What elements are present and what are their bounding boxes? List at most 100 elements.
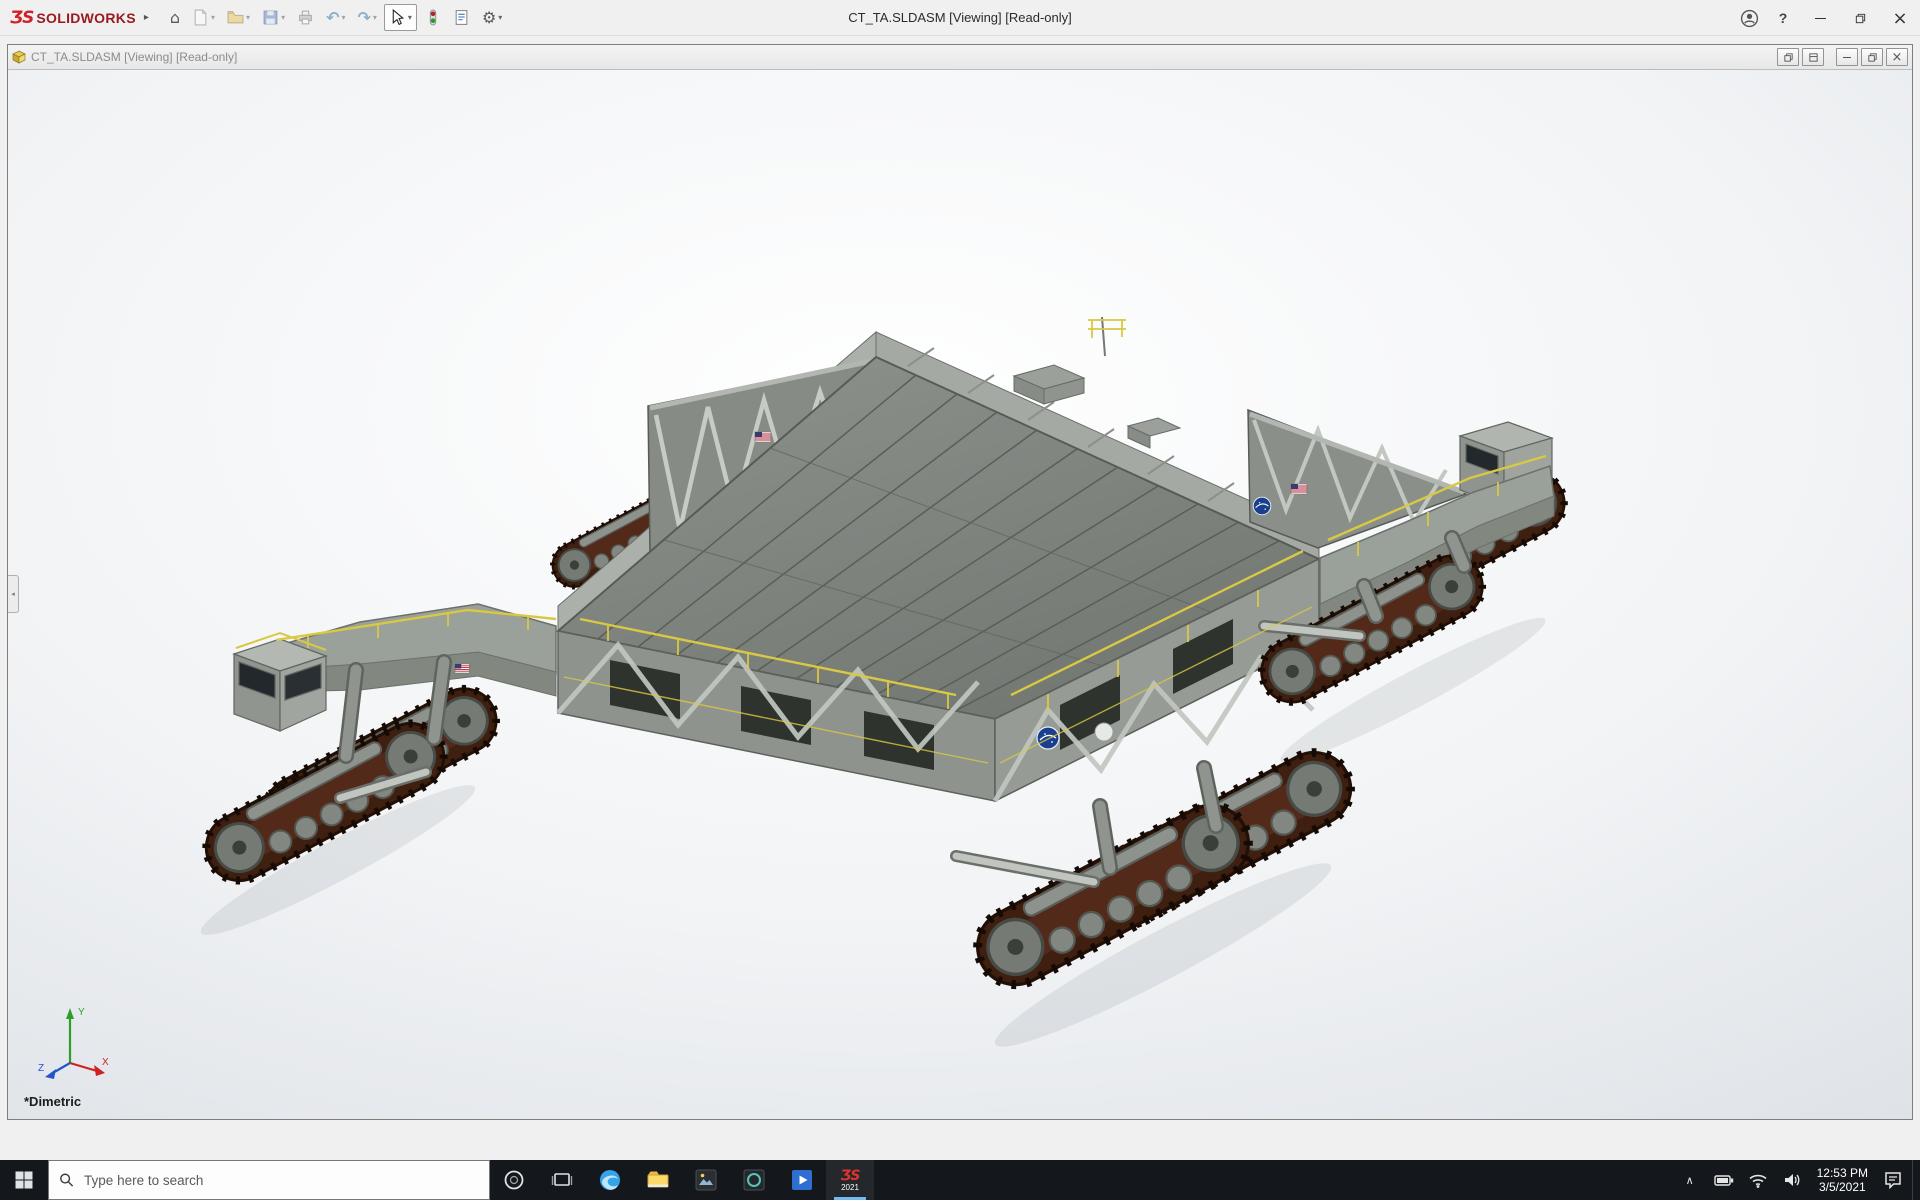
help-button[interactable]: ? <box>1766 0 1800 36</box>
dropdown-caret[interactable]: ▾ <box>498 13 502 22</box>
open-folder-icon <box>227 9 244 26</box>
print-icon <box>297 9 314 26</box>
network-status[interactable] <box>1743 1160 1773 1200</box>
speaker-icon <box>1781 1169 1803 1191</box>
file-explorer-icon <box>645 1167 671 1193</box>
redo-button[interactable]: ↷ ▾ <box>353 4 382 31</box>
dropdown-caret[interactable]: ▾ <box>211 13 215 22</box>
rebuild-icon <box>424 9 441 26</box>
minimize-icon <box>1815 18 1826 19</box>
document-titlebar[interactable]: CT_TA.SLDASM [Viewing] [Read-only] × <box>8 45 1912 70</box>
tile-icon <box>1808 52 1819 63</box>
new-document-button[interactable]: ▾ <box>187 4 220 31</box>
dropdown-caret[interactable]: ▾ <box>408 13 412 22</box>
help-icon: ? <box>1779 10 1788 26</box>
wifi-icon <box>1747 1169 1769 1191</box>
triad-x-label: X <box>102 1057 109 1068</box>
close-button[interactable]: × <box>1880 0 1920 36</box>
clock-time: 12:53 PM <box>1817 1166 1868 1180</box>
file-explorer-button[interactable] <box>634 1160 682 1200</box>
brand-name: SOLIDWORKS <box>36 10 135 26</box>
system-tray: ∧ 12:53 PM 3/5/2021 <box>1675 1160 1920 1200</box>
edge-button[interactable] <box>586 1160 634 1200</box>
clock-date: 3/5/2021 <box>1817 1180 1868 1194</box>
doc-close-button[interactable]: × <box>1886 48 1908 66</box>
doc-window-button-2[interactable] <box>1802 48 1824 66</box>
cortana-button[interactable] <box>490 1160 538 1200</box>
window-title: CT_TA.SLDASM [Viewing] [Read-only] <box>848 10 1072 25</box>
dropdown-caret[interactable]: ▾ <box>281 13 285 22</box>
minimize-button[interactable] <box>1800 0 1840 36</box>
close-icon: × <box>1892 8 1907 29</box>
undo-button[interactable]: ↶ ▾ <box>321 4 350 31</box>
quick-access-toolbar: ⌂ ▾ ▾ ▾ ↶ ▾ ↷ ▾ ▾ <box>165 4 507 31</box>
start-button[interactable] <box>0 1160 48 1200</box>
restore-button[interactable] <box>1840 0 1880 36</box>
movies-tv-button[interactable] <box>778 1160 826 1200</box>
solidworks-app-icon: ƷS 2021 <box>841 1169 860 1192</box>
select-cursor-icon <box>389 9 406 26</box>
save-icon <box>262 9 279 26</box>
view-orientation-label: *Dimetric <box>24 1094 81 1109</box>
viewport-3d[interactable]: ◂ Y X Z *Dimetric <box>8 70 1912 1119</box>
feature-manager-collapse-tab[interactable]: ◂ <box>8 575 19 613</box>
solidworks-year-badge: 2021 <box>841 1184 859 1192</box>
home-button[interactable]: ⌂ <box>165 4 185 31</box>
cascade-icon <box>1783 52 1794 63</box>
assembly-document-icon <box>12 50 26 64</box>
menu-flyout-arrow[interactable]: ▸ <box>144 12 149 23</box>
solidworks-app-button[interactable]: ƷS 2021 <box>826 1160 874 1200</box>
media-player-button[interactable] <box>730 1160 778 1200</box>
home-icon: ⌂ <box>170 9 180 27</box>
cortana-icon <box>502 1168 526 1192</box>
redo-icon: ↷ <box>358 9 371 27</box>
action-center-icon <box>1882 1169 1904 1191</box>
solidworks-logo-mark: ƷS <box>841 1169 860 1183</box>
doc-restore-button[interactable] <box>1861 48 1883 66</box>
brand-mark: ƷS <box>10 8 33 28</box>
save-button[interactable]: ▾ <box>257 4 290 31</box>
battery-icon <box>1713 1169 1735 1191</box>
gear-icon: ⚙ <box>482 9 496 27</box>
edge-icon <box>597 1167 623 1193</box>
solidworks-logo: ƷS SOLIDWORKS <box>10 8 136 28</box>
dropdown-caret[interactable]: ▾ <box>246 13 250 22</box>
photos-app-icon <box>693 1167 719 1193</box>
document-window: CT_TA.SLDASM [Viewing] [Read-only] × <box>7 44 1913 1120</box>
options-button[interactable]: ⚙ ▾ <box>477 4 507 31</box>
search-input[interactable] <box>84 1173 479 1188</box>
orientation-triad[interactable]: Y X Z <box>34 1001 114 1085</box>
windows-logo-icon <box>15 1171 33 1189</box>
show-desktop-button[interactable] <box>1912 1160 1918 1200</box>
dropdown-caret[interactable]: ▾ <box>373 13 377 22</box>
titlebar-right-controls: ? × <box>1732 0 1920 36</box>
restore-icon <box>1854 12 1867 25</box>
print-button[interactable] <box>292 4 319 31</box>
dropdown-caret[interactable]: ▾ <box>341 13 345 22</box>
document-title: CT_TA.SLDASM [Viewing] [Read-only] <box>31 50 237 64</box>
action-center-button[interactable] <box>1878 1160 1908 1200</box>
select-tool-button[interactable]: ▾ <box>384 4 417 31</box>
doc-restore-icon <box>1867 52 1878 63</box>
account-button[interactable] <box>1732 0 1766 36</box>
undo-icon: ↶ <box>326 9 339 27</box>
volume-status[interactable] <box>1777 1160 1807 1200</box>
panel-collapse-icon: ◂ <box>11 590 15 598</box>
doc-minimize-icon <box>1843 57 1851 58</box>
task-view-button[interactable] <box>538 1160 586 1200</box>
task-view-icon <box>550 1168 574 1192</box>
status-bar <box>0 1121 1920 1160</box>
doc-window-button-1[interactable] <box>1777 48 1799 66</box>
taskbar-search[interactable] <box>48 1160 490 1200</box>
battery-status[interactable] <box>1709 1160 1739 1200</box>
taskbar-clock[interactable]: 12:53 PM 3/5/2021 <box>1811 1166 1874 1194</box>
file-properties-button[interactable] <box>448 4 475 31</box>
rebuild-button[interactable] <box>419 4 446 31</box>
media-player-icon <box>741 1167 767 1193</box>
doc-minimize-button[interactable] <box>1836 48 1858 66</box>
open-button[interactable]: ▾ <box>222 4 255 31</box>
doc-close-icon: × <box>1892 50 1903 65</box>
windows-taskbar: ƷS 2021 ∧ 12:53 PM 3/5/2021 <box>0 1160 1920 1200</box>
tray-overflow-button[interactable]: ∧ <box>1675 1160 1705 1200</box>
photos-app-button[interactable] <box>682 1160 730 1200</box>
